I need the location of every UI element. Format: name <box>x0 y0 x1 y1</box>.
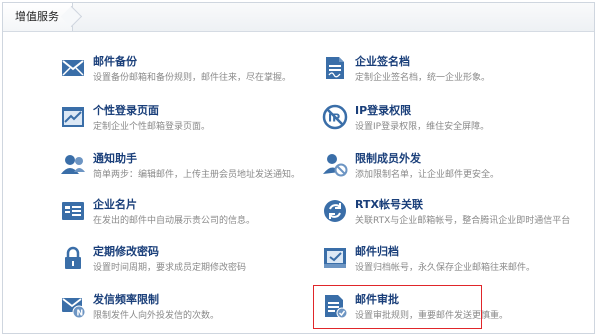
service-rtx-account-link[interactable]: RTX帐号关联 关联RTX与企业邮箱帐号，整合腾讯企业即时通信平台 <box>322 196 572 236</box>
service-restrict-member-send[interactable]: 限制成员外发 添加限制名单，让企业邮件更安全。 <box>322 150 572 190</box>
service-title: 邮件归档 <box>355 245 399 258</box>
service-mail-archive[interactable]: 邮件归档 设置归档帐号，永久保存企业邮箱往来邮件。 <box>322 243 572 283</box>
service-desc: 设置归档帐号，永久保存企业邮箱往来邮件。 <box>355 263 536 273</box>
service-title: 邮件备份 <box>93 55 137 68</box>
service-desc: 关联RTX与企业邮箱帐号，整合腾讯企业即时通信平台 <box>355 216 571 226</box>
notification-users-icon <box>60 152 86 178</box>
service-ip-login-permission[interactable]: IP IP登录权限 设置IP登录权限，维住安全屏障。 <box>322 102 572 142</box>
service-custom-login[interactable]: 个性登录页面 定制企业个性邮箱登录页面。 <box>60 102 310 142</box>
service-title: 限制成员外发 <box>355 152 421 165</box>
service-desc: 设置时间周期，要求成员定期修改密码 <box>93 263 247 273</box>
service-title: 发信频率限制 <box>93 293 159 306</box>
mail-envelope-icon <box>60 55 86 81</box>
archive-icon <box>322 245 348 271</box>
rtx-link-icon <box>322 198 348 224</box>
send-frequency-icon: N <box>60 293 86 319</box>
tab-value-added-services[interactable]: 增值服务 <box>3 3 73 31</box>
service-title: 定期修改密码 <box>93 245 159 258</box>
service-title: 个性登录页面 <box>93 104 159 117</box>
service-title: IP登录权限 <box>355 104 412 117</box>
service-desc: 在发出的邮件中自动展示贵公司的信息。 <box>93 216 256 226</box>
service-password-rotation[interactable]: 定期修改密码 设置时间周期，要求成员定期修改密码 <box>60 243 310 283</box>
service-title: 企业签名档 <box>355 55 410 68</box>
service-mail-backup[interactable]: 邮件备份 设置备份邮箱和备份规则，邮件往来，尽在掌握。 <box>60 53 310 93</box>
service-business-card[interactable]: 企业名片 在发出的邮件中自动展示贵公司的信息。 <box>60 196 310 236</box>
service-desc: 定制企业个性邮箱登录页面。 <box>93 122 211 132</box>
service-desc: 简单两步：编辑邮件，上传主册会员地址发送通知。 <box>93 170 301 180</box>
service-title: 通知助手 <box>93 152 137 165</box>
service-title: RTX帐号关联 <box>355 198 423 211</box>
ip-restriction-icon: IP <box>322 104 348 130</box>
service-desc: 设置备份邮箱和备份规则，邮件往来，尽在掌握。 <box>93 73 292 83</box>
signature-icon <box>322 55 348 81</box>
service-desc: 添加限制名单，让企业邮件更安全。 <box>355 170 500 180</box>
service-desc: 设置IP登录权限，维住安全屏障。 <box>355 122 490 132</box>
service-desc: 限制发件人向外投发信的次数。 <box>93 311 220 321</box>
business-card-icon <box>60 198 86 224</box>
service-notification-assistant[interactable]: 通知助手 简单两步：编辑邮件，上传主册会员地址发送通知。 <box>60 150 310 190</box>
service-desc: 定制企业签名档，统一企业形象。 <box>355 73 491 83</box>
service-title: 企业名片 <box>93 198 137 211</box>
service-enterprise-signature[interactable]: 企业签名档 定制企业签名档，统一企业形象。 <box>322 53 572 93</box>
svg-text:N: N <box>77 309 84 318</box>
restrict-member-icon <box>322 152 348 178</box>
selection-highlight <box>313 285 482 329</box>
tab-bar: 增值服务 <box>3 3 594 32</box>
service-send-frequency[interactable]: N 发信频率限制 限制发件人向外投发信的次数。 <box>60 291 310 331</box>
login-page-icon <box>60 104 86 130</box>
padlock-icon <box>60 245 86 271</box>
